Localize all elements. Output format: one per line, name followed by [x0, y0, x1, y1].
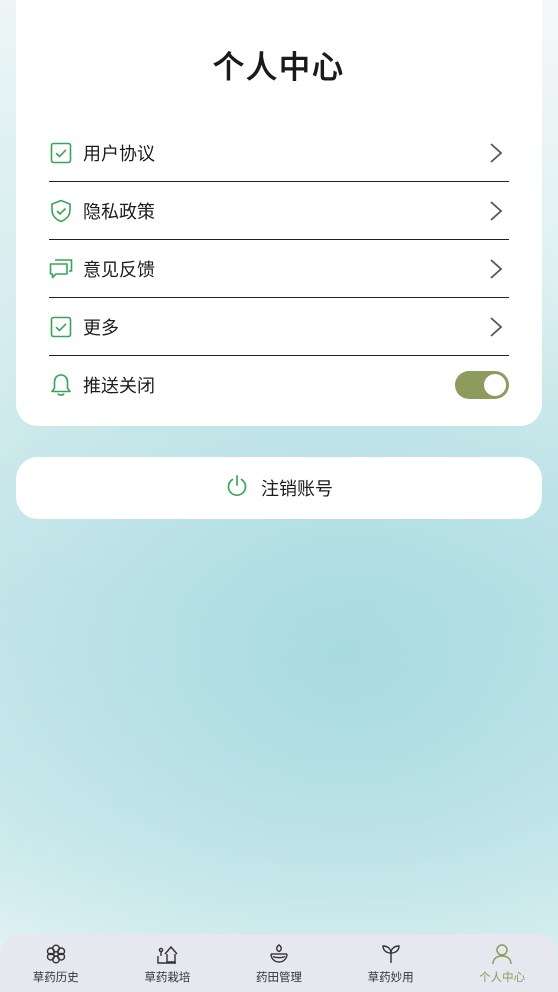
- power-icon: [225, 474, 249, 502]
- menu-item-label: 用户协议: [83, 143, 155, 165]
- chevron-right-icon: [489, 257, 503, 281]
- checkbox-icon: [49, 141, 73, 165]
- bell-icon: [49, 373, 73, 397]
- plant-pot-icon: [155, 942, 179, 966]
- menu-card: 个人中心 用户协议 隐私政策 意见反馈 更多 推送关闭: [16, 0, 542, 426]
- logout-label: 注销账号: [261, 479, 333, 500]
- tab-label: 药田管理: [255, 970, 302, 984]
- menu-list: 用户协议 隐私政策 意见反馈 更多 推送关闭: [49, 124, 509, 414]
- chat-bubbles-icon: [49, 257, 73, 281]
- chevron-right-icon: [489, 315, 503, 339]
- tab-personal-center[interactable]: 个人中心: [446, 934, 558, 992]
- checkbox-icon: [49, 315, 73, 339]
- person-icon: [490, 942, 514, 966]
- sprout-icon: [379, 942, 403, 966]
- tab-herb-history[interactable]: 草药历史: [0, 934, 112, 992]
- page-title: 个人中心: [213, 50, 345, 86]
- menu-item-label: 更多: [83, 317, 119, 339]
- tab-label: 草药栽培: [144, 970, 191, 984]
- menu-item-privacy-policy[interactable]: 隐私政策: [49, 182, 509, 240]
- logout-button[interactable]: 注销账号: [16, 457, 542, 519]
- menu-item-label: 隐私政策: [83, 201, 155, 223]
- shield-check-icon: [49, 199, 73, 223]
- chevron-right-icon: [489, 141, 503, 165]
- tab-label: 草药妙用: [367, 970, 414, 984]
- push-toggle[interactable]: [455, 371, 509, 399]
- menu-item-label: 意见反馈: [83, 259, 155, 281]
- menu-item-more[interactable]: 更多: [49, 298, 509, 356]
- bottom-tab-bar: 草药历史 草药栽培 药田管理 草药妙用 个人中心: [0, 934, 558, 992]
- menu-item-user-agreement[interactable]: 用户协议: [49, 124, 509, 182]
- chevron-right-icon: [489, 199, 503, 223]
- tab-label: 草药历史: [32, 970, 79, 984]
- menu-item-push-notification: 推送关闭: [49, 356, 509, 414]
- flower-icon: [44, 942, 68, 966]
- tab-label: 个人中心: [479, 970, 526, 984]
- menu-item-feedback[interactable]: 意见反馈: [49, 240, 509, 298]
- tab-herb-usage[interactable]: 草药妙用: [335, 934, 447, 992]
- tab-field-management[interactable]: 药田管理: [223, 934, 335, 992]
- toggle-knob: [484, 374, 506, 396]
- menu-item-label: 推送关闭: [83, 376, 155, 397]
- field-bowl-icon: [267, 942, 291, 966]
- tab-herb-cultivation[interactable]: 草药栽培: [112, 934, 224, 992]
